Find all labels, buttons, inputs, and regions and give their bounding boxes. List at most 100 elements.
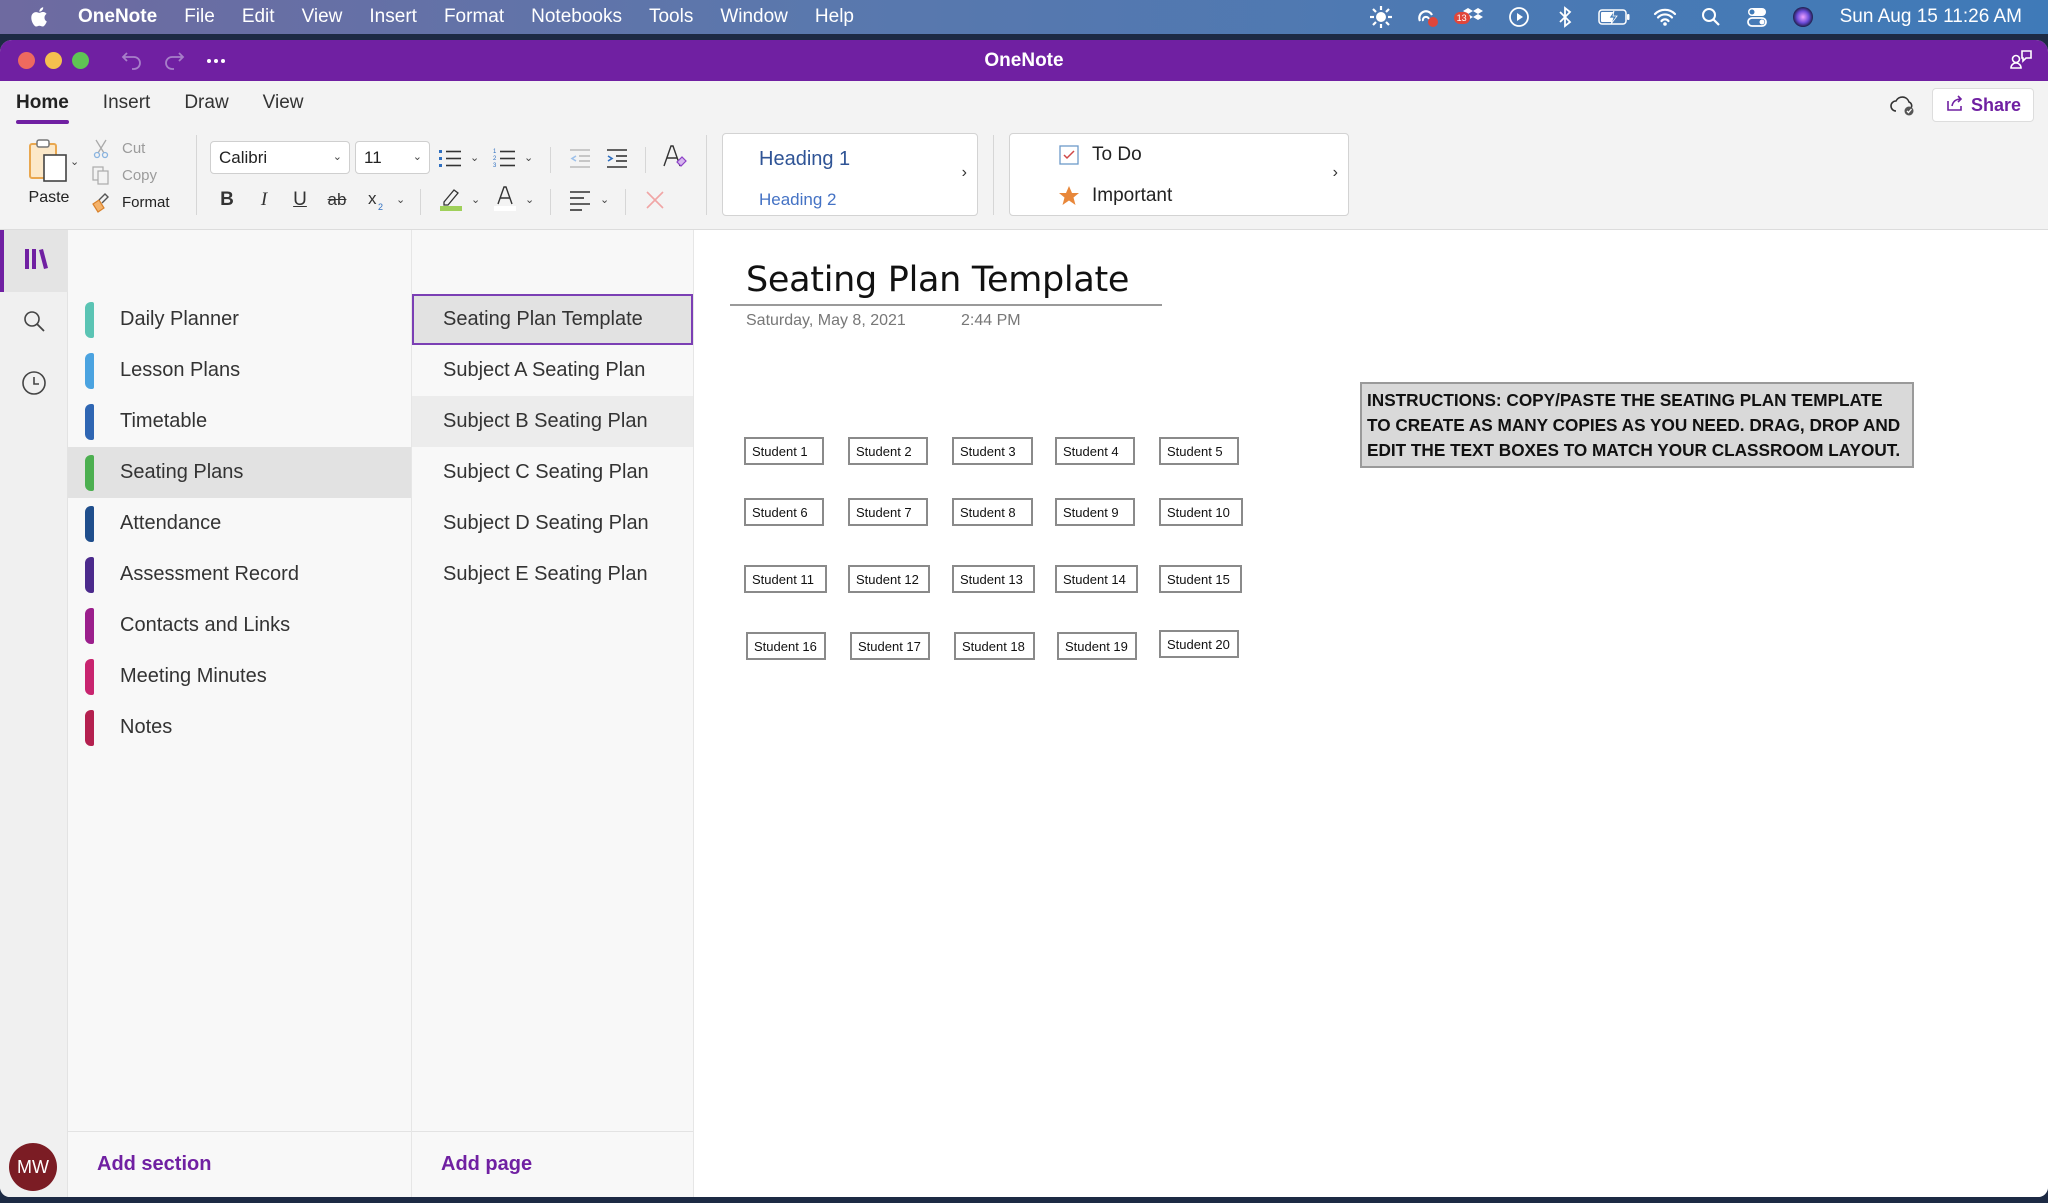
- delete-icon[interactable]: [640, 185, 670, 215]
- increase-indent-icon[interactable]: [602, 143, 632, 173]
- section-item-timetable[interactable]: Timetable: [68, 396, 411, 447]
- student-seat-textbox[interactable]: Student 16: [746, 632, 826, 660]
- page-item-subject-b[interactable]: Subject B Seating Plan: [412, 396, 693, 447]
- style-heading-1[interactable]: Heading 1: [759, 148, 850, 171]
- undo-icon[interactable]: [119, 48, 145, 74]
- section-item-daily-planner[interactable]: Daily Planner: [68, 294, 411, 345]
- section-item-contacts-and-links[interactable]: Contacts and Links: [68, 600, 411, 651]
- section-item-lesson-plans[interactable]: Lesson Plans: [68, 345, 411, 396]
- student-seat-textbox[interactable]: Student 11: [744, 565, 827, 593]
- minimize-window-button[interactable]: [45, 52, 62, 69]
- subscript-button[interactable]: x2: [362, 185, 392, 215]
- student-seat-textbox[interactable]: Student 15: [1159, 565, 1242, 593]
- bullet-list-icon[interactable]: [435, 143, 465, 173]
- add-section-button[interactable]: Add section: [97, 1153, 211, 1176]
- strikethrough-button[interactable]: ab: [322, 185, 352, 215]
- subscript-options-chevron-icon[interactable]: ⌄: [396, 193, 405, 206]
- menu-window[interactable]: Window: [720, 6, 788, 28]
- tab-view[interactable]: View: [263, 90, 304, 114]
- menu-notebooks[interactable]: Notebooks: [531, 6, 622, 28]
- decrease-indent-icon[interactable]: [565, 143, 595, 173]
- tab-insert[interactable]: Insert: [103, 90, 151, 114]
- student-seat-textbox[interactable]: Student 3: [952, 437, 1033, 465]
- numbered-list-icon[interactable]: 123: [489, 143, 519, 173]
- font-color-chevron-icon[interactable]: ⌄: [525, 193, 534, 206]
- instructions-textbox[interactable]: INSTRUCTIONS: COPY/PASTE THE SEATING PLA…: [1360, 382, 1914, 468]
- student-seat-textbox[interactable]: Student 14: [1055, 565, 1138, 593]
- search-button[interactable]: [0, 292, 68, 354]
- align-options-chevron-icon[interactable]: ⌄: [600, 193, 609, 206]
- section-item-seating-plans[interactable]: Seating Plans: [68, 447, 411, 498]
- feedback-icon[interactable]: [2008, 48, 2034, 74]
- student-seat-textbox[interactable]: Student 13: [952, 565, 1035, 593]
- student-seat-textbox[interactable]: Student 7: [848, 498, 928, 526]
- menu-view[interactable]: View: [302, 6, 343, 28]
- bullet-options-chevron-icon[interactable]: ⌄: [470, 151, 479, 164]
- font-color-icon[interactable]: [490, 183, 520, 213]
- siri-icon[interactable]: [1790, 4, 1816, 30]
- bluetooth-icon[interactable]: [1552, 4, 1578, 30]
- control-center-icon[interactable]: [1744, 4, 1770, 30]
- section-item-attendance[interactable]: Attendance: [68, 498, 411, 549]
- student-seat-textbox[interactable]: Student 17: [850, 632, 930, 660]
- font-name-select[interactable]: Calibri ⌄: [210, 141, 350, 174]
- share-button[interactable]: Share: [1931, 88, 2034, 122]
- menu-file[interactable]: File: [184, 6, 215, 28]
- student-seat-textbox[interactable]: Student 4: [1055, 437, 1135, 465]
- menu-format[interactable]: Format: [444, 6, 504, 28]
- battery-icon[interactable]: [1597, 4, 1632, 30]
- menu-help[interactable]: Help: [815, 6, 854, 28]
- menu-insert[interactable]: Insert: [369, 6, 417, 28]
- paste-options-chevron-icon[interactable]: ⌄: [70, 155, 79, 168]
- student-seat-textbox[interactable]: Student 6: [744, 498, 824, 526]
- underline-button[interactable]: U: [285, 185, 315, 215]
- page-item-subject-d[interactable]: Subject D Seating Plan: [412, 498, 693, 549]
- student-seat-textbox[interactable]: Student 12: [848, 565, 930, 593]
- highlighter-icon[interactable]: [436, 183, 466, 213]
- menu-edit[interactable]: Edit: [242, 6, 275, 28]
- chevron-right-icon[interactable]: ›: [1333, 164, 1338, 182]
- italic-button[interactable]: I: [249, 185, 279, 215]
- section-item-assessment-record[interactable]: Assessment Record: [68, 549, 411, 600]
- tab-home[interactable]: Home: [16, 90, 69, 124]
- menu-tools[interactable]: Tools: [649, 6, 693, 28]
- clear-formatting-icon[interactable]: [659, 141, 689, 171]
- brightness-icon[interactable]: [1368, 4, 1394, 30]
- page-item-subject-e[interactable]: Subject E Seating Plan: [412, 549, 693, 600]
- format-painter-button[interactable]: Format: [90, 189, 170, 216]
- maximize-window-button[interactable]: [72, 52, 89, 69]
- cut-button[interactable]: Cut: [90, 135, 170, 162]
- apple-menu-icon[interactable]: [30, 5, 52, 29]
- copy-button[interactable]: Copy: [90, 162, 170, 189]
- notebooks-button[interactable]: [0, 230, 68, 292]
- paragraph-align-icon[interactable]: [565, 185, 595, 215]
- more-options-icon[interactable]: [203, 48, 229, 74]
- student-seat-textbox[interactable]: Student 20: [1159, 630, 1239, 658]
- student-seat-textbox[interactable]: Student 19: [1057, 632, 1137, 660]
- font-size-select[interactable]: 11 ⌄: [355, 141, 430, 174]
- paste-button[interactable]: Paste: [18, 137, 80, 207]
- highlight-color-chevron-icon[interactable]: ⌄: [471, 193, 480, 206]
- student-seat-textbox[interactable]: Student 2: [848, 437, 928, 465]
- tag-todo[interactable]: To Do: [1058, 144, 1142, 166]
- section-item-notes[interactable]: Notes: [68, 702, 411, 753]
- section-item-meeting-minutes[interactable]: Meeting Minutes: [68, 651, 411, 702]
- student-seat-textbox[interactable]: Student 8: [952, 498, 1033, 526]
- student-seat-textbox[interactable]: Student 18: [954, 632, 1035, 660]
- add-page-button[interactable]: Add page: [441, 1153, 532, 1176]
- student-seat-textbox[interactable]: Student 1: [744, 437, 824, 465]
- page-title[interactable]: Seating Plan Template: [746, 260, 1129, 300]
- styles-gallery[interactable]: Heading 1 Heading 2 ›: [722, 133, 978, 216]
- close-window-button[interactable]: [18, 52, 35, 69]
- menubar-clock[interactable]: Sun Aug 15 11:26 AM: [1840, 6, 2022, 28]
- dropbox-icon[interactable]: 13: [1453, 4, 1486, 30]
- style-heading-2[interactable]: Heading 2: [759, 190, 837, 210]
- page-item-seating-plan-template[interactable]: Seating Plan Template: [412, 294, 693, 345]
- bold-button[interactable]: B: [212, 185, 242, 215]
- sync-status-icon[interactable]: [1888, 90, 1918, 120]
- page-item-subject-a[interactable]: Subject A Seating Plan: [412, 345, 693, 396]
- page-item-subject-c[interactable]: Subject C Seating Plan: [412, 447, 693, 498]
- student-seat-textbox[interactable]: Student 10: [1159, 498, 1243, 526]
- spotlight-icon[interactable]: [1698, 4, 1724, 30]
- play-icon[interactable]: [1506, 4, 1532, 30]
